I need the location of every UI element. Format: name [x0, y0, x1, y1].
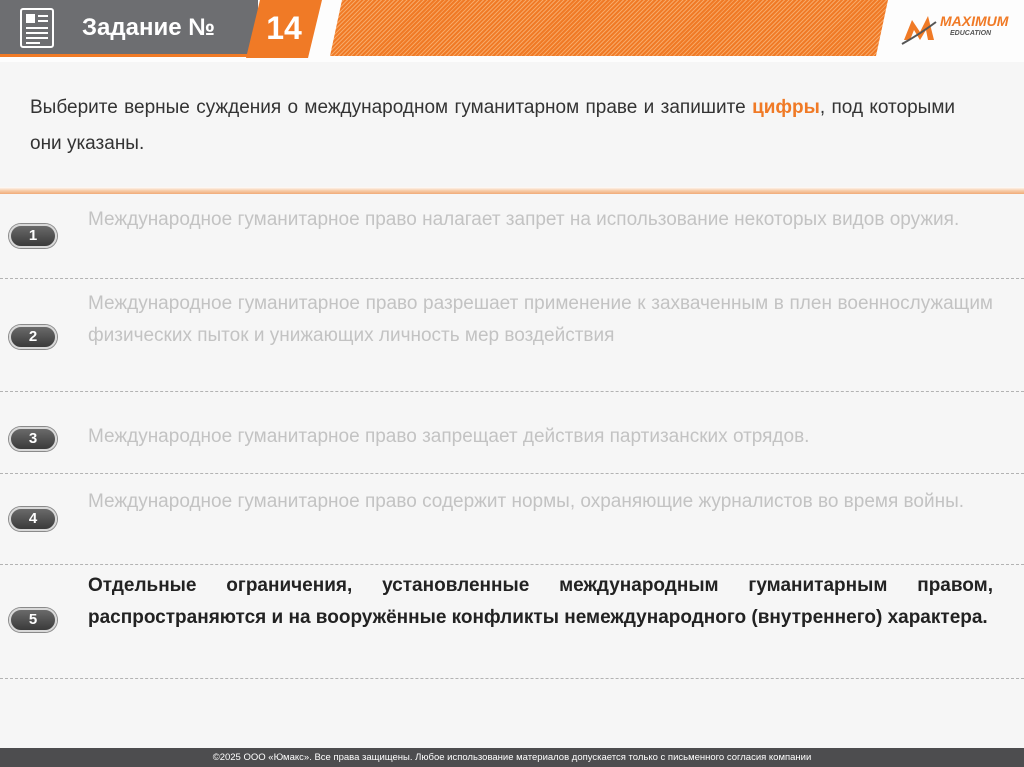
option-text-1: Международное гуманитарное право налагае… — [88, 209, 960, 230]
option-text-3: Международное гуманитарное право запреща… — [88, 426, 810, 447]
document-icon — [20, 8, 54, 48]
option-text-5: Отдельные ограничения, установленные меж… — [88, 575, 993, 628]
question-separator — [0, 187, 1024, 194]
option-text-4: Международное гуманитарное право содержи… — [88, 491, 965, 512]
option-5[interactable]: 5 Отдельные ограничения, установленные м… — [0, 565, 1024, 679]
header-bar: Задание № 14 MAXIMUM EDUCATION — [0, 0, 1024, 62]
option-2[interactable]: 2 Международное гуманитарное право разре… — [0, 279, 1024, 392]
header-stripes — [330, 0, 888, 56]
option-text-2: Международное гуманитарное право разреша… — [88, 293, 993, 346]
brand-logo-name: MAXIMUM — [940, 13, 1009, 29]
task-label: Задание № — [82, 14, 215, 41]
brand-logo-sub: EDUCATION — [950, 30, 992, 37]
option-badge-1: 1 — [9, 224, 57, 248]
question-accent: цифры — [752, 97, 820, 118]
option-badge-4: 4 — [9, 507, 57, 531]
question-text: Выберите верные суждения о международном… — [30, 90, 955, 162]
option-badge-5: 5 — [9, 608, 57, 632]
option-badge-2: 2 — [9, 325, 57, 349]
option-4[interactable]: 4 Международное гуманитарное право содер… — [0, 474, 1024, 565]
question-part-1: Выберите верные суждения о международном… — [30, 97, 753, 118]
task-number: 14 — [266, 10, 302, 46]
option-badge-3: 3 — [9, 427, 57, 451]
copyright-footer: ©2025 ООО «Юмакс». Все права защищены. Л… — [0, 748, 1024, 767]
option-1[interactable]: 1 Международное гуманитарное право налаг… — [0, 196, 1024, 279]
option-3[interactable]: 3 Международное гуманитарное право запре… — [0, 392, 1024, 474]
